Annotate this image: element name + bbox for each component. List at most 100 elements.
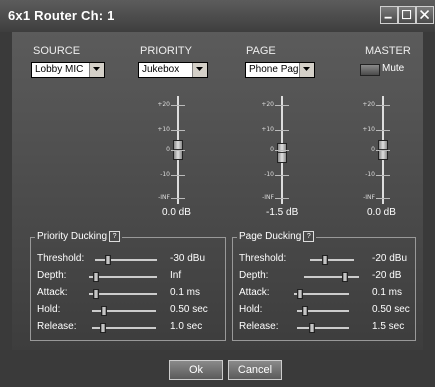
- page-ducking-title-text: Page Ducking: [239, 231, 302, 242]
- chevron-down-icon[interactable]: [299, 63, 314, 77]
- chevron-down-icon[interactable]: [89, 63, 104, 77]
- fader-tick: [376, 198, 390, 199]
- page-ducking-param-label: Hold:: [239, 304, 263, 315]
- fader-tick: [275, 130, 289, 131]
- page-ducking-param-row: Depth: -20 dB: [239, 269, 414, 285]
- page-ducking-param-slider-track[interactable]: [297, 327, 349, 329]
- close-icon: [419, 9, 430, 20]
- title-bar[interactable]: 6x1 Router Ch: 1: [0, 0, 435, 32]
- help-icon[interactable]: ?: [303, 231, 315, 242]
- fader-tick: [376, 105, 390, 106]
- fader-tick: [376, 150, 390, 151]
- page-ducking-param-label: Release:: [239, 321, 279, 332]
- page-fader[interactable]: +20 +10 0 -10 -INF: [244, 96, 334, 204]
- source-header: SOURCE: [33, 45, 81, 57]
- priority-ducking-param-slider-track[interactable]: [89, 293, 157, 295]
- page-ducking-param-slider-thumb[interactable]: [322, 255, 328, 265]
- help-icon[interactable]: ?: [109, 231, 121, 242]
- fader-scale-label: +10: [157, 126, 170, 133]
- page-select-value: Phone Page: [249, 64, 299, 75]
- page-ducking-param-row: Threshold: -20 dBu: [239, 252, 414, 268]
- fader-scale-label: +20: [261, 101, 274, 108]
- priority-select[interactable]: Jukebox: [138, 62, 208, 78]
- fader-tick: [171, 198, 185, 199]
- fader-tick: [376, 175, 390, 176]
- priority-ducking-param-slider-track[interactable]: [89, 276, 157, 278]
- fader-scale-label: -10: [160, 171, 170, 178]
- maximize-button[interactable]: [398, 6, 416, 24]
- priority-ducking-param-slider-thumb[interactable]: [93, 289, 99, 299]
- minimize-icon: [384, 16, 392, 19]
- fader-scale-label: 0: [166, 146, 170, 153]
- fader-scale-label: +20: [157, 101, 170, 108]
- priority-level-readout: 0.0 dB: [162, 207, 191, 218]
- priority-ducking-param-slider-thumb[interactable]: [93, 272, 99, 282]
- cancel-button[interactable]: Cancel: [228, 360, 282, 380]
- page-ducking-param-row: Release: 1.5 sec: [239, 320, 414, 336]
- priority-ducking-title-text: Priority Ducking: [37, 231, 108, 242]
- fader-scale-label: +20: [362, 101, 375, 108]
- page-ducking-param-value: 1.5 sec: [372, 321, 405, 332]
- fader-tick: [171, 150, 185, 151]
- fader-tick: [171, 105, 185, 106]
- page-ducking-param-slider-thumb[interactable]: [342, 272, 348, 282]
- priority-ducking-param-value: 0.50 sec: [170, 304, 208, 315]
- fader-scale-label: +10: [362, 126, 375, 133]
- mute-led-icon[interactable]: [360, 64, 380, 76]
- fader-knob[interactable]: [277, 143, 287, 163]
- close-button[interactable]: [416, 6, 434, 24]
- source-select-value: Lobby MIC: [35, 64, 84, 75]
- priority-ducking-param-value: -30 dBu: [170, 253, 206, 264]
- priority-ducking-param-label: Threshold:: [37, 253, 85, 264]
- master-level-readout: 0.0 dB: [367, 207, 396, 218]
- page-ducking-param-slider-thumb[interactable]: [297, 289, 303, 299]
- page-ducking-param-slider-track[interactable]: [310, 259, 354, 261]
- fader-tick: [171, 130, 185, 131]
- priority-ducking-title: Priority Ducking?: [35, 231, 123, 242]
- page-ducking-param-slider-thumb[interactable]: [309, 323, 315, 333]
- fader-scale-label: -10: [264, 171, 274, 178]
- master-header: MASTER: [365, 45, 411, 57]
- priority-ducking-param-row: Release: 1.0 sec: [37, 320, 222, 336]
- page-ducking-title: Page Ducking?: [237, 231, 317, 242]
- priority-ducking-param-row: Threshold: -30 dBu: [37, 252, 222, 268]
- page-ducking-param-value: -20 dB: [372, 270, 402, 281]
- page-ducking-param-label: Threshold:: [239, 253, 287, 264]
- page-level-readout: -1.5 dB: [266, 207, 299, 218]
- page-ducking-param-value: -20 dBu: [372, 253, 408, 264]
- page-ducking-param-slider-track[interactable]: [304, 276, 359, 278]
- fader-tick: [275, 175, 289, 176]
- master-fader[interactable]: +20 +10 0 -10 -INF: [345, 96, 435, 204]
- page-ducking-param-value: 0.50 sec: [372, 304, 410, 315]
- page-ducking-param-value: 0.1 ms: [372, 287, 403, 298]
- mute-button[interactable]: Mute: [360, 63, 424, 77]
- maximize-icon: [402, 10, 412, 20]
- fader-scale-label: -INF: [262, 194, 274, 201]
- page-ducking-param-slider-thumb[interactable]: [302, 306, 308, 316]
- fader-scale-label: +10: [261, 126, 274, 133]
- fader-scale-label: 0: [270, 146, 274, 153]
- priority-ducking-param-slider-thumb[interactable]: [105, 255, 111, 265]
- chevron-down-icon[interactable]: [192, 63, 207, 77]
- priority-ducking-param-value: Inf: [170, 270, 182, 281]
- priority-ducking-param-label: Hold:: [37, 304, 61, 315]
- priority-ducking-param-slider-thumb[interactable]: [101, 306, 107, 316]
- fader-tick: [275, 150, 289, 151]
- priority-select-value: Jukebox: [142, 64, 180, 75]
- priority-ducking-param-label: Release:: [37, 321, 77, 332]
- fader-tick: [376, 130, 390, 131]
- ok-button[interactable]: Ok: [169, 360, 223, 380]
- page-select[interactable]: Phone Page: [245, 62, 315, 78]
- window-title: 6x1 Router Ch: 1: [8, 8, 115, 23]
- source-select[interactable]: Lobby MIC: [31, 62, 105, 78]
- priority-ducking-param-label: Depth:: [37, 270, 67, 281]
- priority-fader[interactable]: +20 +10 0 -10 -INF: [140, 96, 230, 204]
- minimize-button[interactable]: [380, 6, 398, 24]
- priority-ducking-param-row: Attack: 0.1 ms: [37, 286, 222, 302]
- page-ducking-param-label: Depth:: [239, 270, 269, 281]
- fader-tick: [171, 175, 185, 176]
- fader-scale-label: -10: [365, 171, 375, 178]
- page-ducking-param-row: Hold: 0.50 sec: [239, 303, 414, 319]
- priority-ducking-param-slider-thumb[interactable]: [100, 323, 106, 333]
- priority-ducking-param-row: Hold: 0.50 sec: [37, 303, 222, 319]
